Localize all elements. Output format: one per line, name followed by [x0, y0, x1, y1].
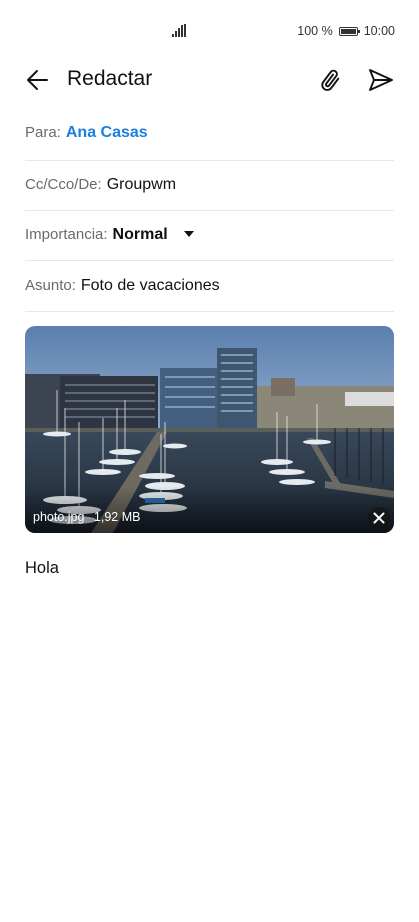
signal-icon [172, 24, 186, 37]
page-title: Redactar [67, 67, 153, 90]
status-right: 100 % 10:00 [297, 24, 395, 38]
to-field[interactable]: Para: Ana Casas [25, 124, 394, 142]
attachment-photo [25, 326, 394, 533]
remove-attachment-button[interactable] [368, 507, 390, 529]
dropdown-arrow-icon[interactable] [183, 231, 194, 237]
to-label: Para: [25, 124, 61, 141]
cc-field[interactable]: Cc/Cco/De: Groupwm [25, 176, 394, 194]
attachment-filename: photo.jpg [33, 510, 85, 524]
importance-label: Importancia: [25, 226, 108, 243]
send-icon[interactable] [367, 66, 395, 94]
importance-value[interactable]: Normal [113, 226, 168, 244]
divider [25, 160, 394, 161]
divider [25, 210, 394, 211]
paperclip-icon[interactable] [318, 66, 346, 94]
divider [25, 260, 394, 261]
battery-percent: 100 % [297, 24, 333, 38]
message-body[interactable]: Hola [25, 559, 59, 578]
to-recipient[interactable]: Ana Casas [66, 124, 148, 142]
cc-value[interactable]: Groupwm [107, 176, 176, 194]
clock: 10:00 [363, 24, 395, 38]
attachment-size: 1,92 MB [93, 510, 141, 524]
battery-icon [338, 26, 360, 36]
subject-field[interactable]: Asunto: Foto de vacaciones [25, 277, 394, 295]
subject-label: Asunto: [25, 277, 76, 294]
close-icon [373, 512, 385, 524]
attachment-meta: photo.jpg 1,92 MB [33, 510, 146, 524]
status-bar: 100 % 10:00 [0, 0, 419, 62]
cc-label: Cc/Cco/De: [25, 176, 102, 193]
app-bar: Redactar [0, 62, 419, 98]
importance-field[interactable]: Importancia: Normal [25, 226, 394, 244]
back-arrow-icon[interactable] [24, 66, 52, 94]
divider [25, 311, 394, 312]
attachment-card[interactable]: photo.jpg 1,92 MB [25, 326, 394, 533]
subject-input[interactable]: Foto de vacaciones [81, 277, 220, 295]
